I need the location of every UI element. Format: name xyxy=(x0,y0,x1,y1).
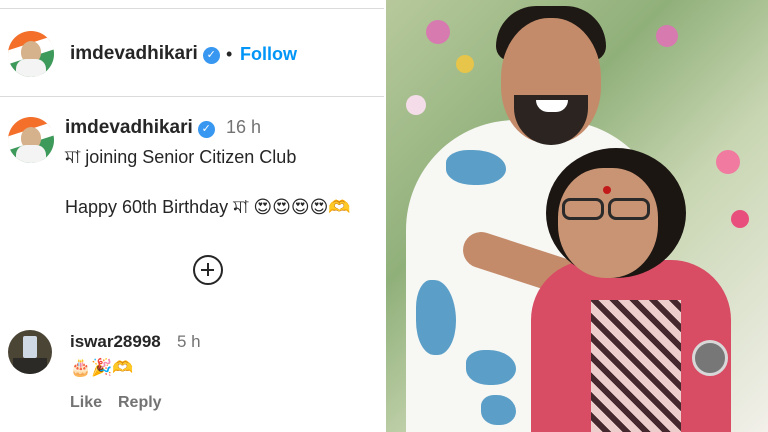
reply-author-avatar[interactable] xyxy=(8,330,52,374)
post-photo xyxy=(386,0,768,432)
saree-pattern xyxy=(591,300,681,432)
author-avatar[interactable] xyxy=(8,31,54,77)
caption-timestamp[interactable]: 16 h xyxy=(226,117,261,138)
shirt-print xyxy=(481,395,516,425)
avatar-shirt xyxy=(16,145,46,163)
background-flower xyxy=(731,210,749,228)
eyeglasses xyxy=(550,198,660,222)
follow-button[interactable]: Follow xyxy=(240,44,297,65)
author-username-text[interactable]: imdevadhikari xyxy=(70,43,198,64)
shirt-print xyxy=(446,150,506,185)
background-flower xyxy=(406,95,426,115)
like-button[interactable]: Like xyxy=(70,394,102,412)
caption-author-avatar[interactable] xyxy=(8,117,54,163)
verified-badge-icon: ✓ xyxy=(197,121,215,138)
separator-dot: • xyxy=(226,44,233,64)
caption-username[interactable]: imdevadhikari ✓ xyxy=(65,117,215,139)
bindi xyxy=(603,186,611,194)
reply-username[interactable]: iswar28998 xyxy=(70,332,161,352)
caption-line-1: মা joining Senior Citizen Club xyxy=(65,147,297,167)
background-flower xyxy=(456,55,474,73)
verified-badge-icon: ✓ xyxy=(202,47,220,64)
avatar-shirt xyxy=(16,59,46,77)
reply-button[interactable]: Reply xyxy=(118,394,162,412)
shirt-print xyxy=(466,350,516,385)
reply-timestamp[interactable]: 5 h xyxy=(177,332,201,352)
header-divider xyxy=(0,96,384,97)
avatar-monitor-shape xyxy=(23,336,37,358)
avatar-desk-shape xyxy=(13,358,47,374)
background-flower xyxy=(716,150,740,174)
caption-username-text[interactable]: imdevadhikari xyxy=(65,117,193,138)
add-circle-icon[interactable] xyxy=(193,255,223,285)
wristwatch xyxy=(692,340,728,376)
reply-text: 🎂🎉🫶 xyxy=(70,358,134,377)
top-divider xyxy=(0,8,384,9)
glasses-left-lens xyxy=(562,198,604,220)
post-header: imdevadhikari ✓ • Follow xyxy=(0,22,384,86)
background-flower xyxy=(426,20,450,44)
background-flower xyxy=(656,25,678,47)
caption-line-2: Happy 60th Birthday মা 😍😍😍😍🫶 xyxy=(65,197,351,217)
author-username[interactable]: imdevadhikari ✓ xyxy=(70,43,220,65)
comments-panel: imdevadhikari ✓ • Follow imdevadhikari ✓ 1… xyxy=(0,0,384,432)
woman-face xyxy=(558,168,658,278)
glasses-right-lens xyxy=(608,198,650,220)
